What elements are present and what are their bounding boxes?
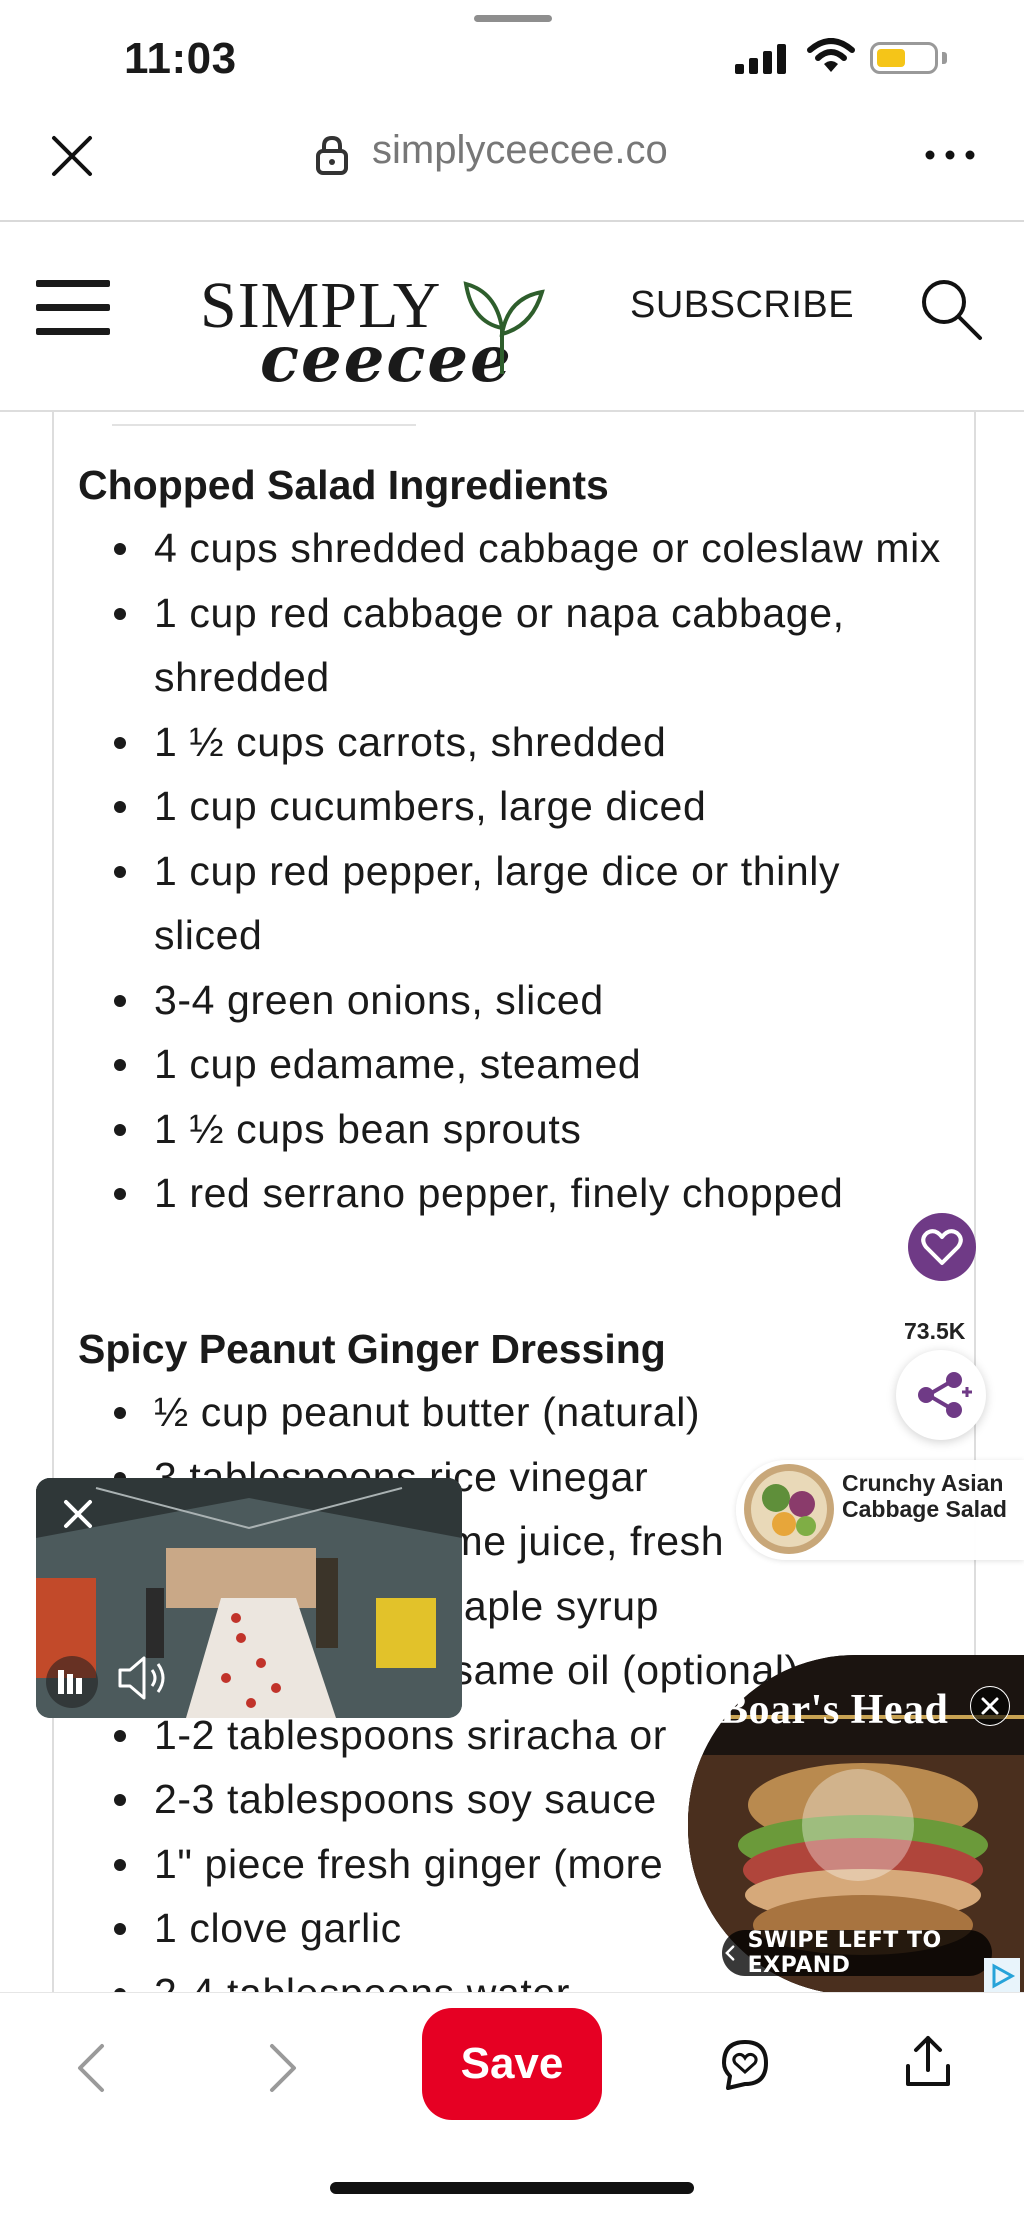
search-icon[interactable] — [918, 276, 984, 342]
ad-close-button[interactable] — [970, 1686, 1010, 1726]
volume-icon[interactable] — [112, 1648, 172, 1708]
adchoices-icon[interactable] — [984, 1958, 1020, 1994]
brand-logo-icon — [58, 1670, 82, 1694]
url-text[interactable]: simplyceecee.co — [372, 128, 668, 173]
salad-thumbnail[interactable] — [744, 1464, 834, 1554]
chevron-left-icon — [725, 1945, 735, 1961]
subscribe-link[interactable]: SUBSCRIBE — [630, 284, 854, 327]
save-button[interactable]: Save — [422, 2008, 602, 2120]
heart-icon — [921, 1229, 963, 1265]
list-item: 1 ½ cups bean sprouts — [78, 1097, 958, 1162]
warehouse-video-frame — [36, 1478, 462, 1718]
cell-signal-icon — [735, 44, 786, 74]
battery-level — [877, 49, 905, 67]
ingredient-list-salad: 4 cups shredded cabbage or coleslaw mix … — [78, 516, 958, 1226]
list-item: 1 cup edamame, steamed — [78, 1032, 958, 1097]
section-title-salad: Chopped Salad Ingredients — [78, 462, 609, 508]
close-icon — [981, 1697, 999, 1715]
lock-icon — [316, 135, 348, 175]
status-time: 11:03 — [124, 34, 237, 83]
ad-brand-name: Boar's Head — [720, 1687, 949, 1733]
share-icon[interactable] — [898, 2032, 958, 2092]
battery-tip — [942, 52, 947, 64]
list-item: 4 cups shredded cabbage or coleslaw mix — [78, 516, 958, 581]
divider — [112, 424, 416, 426]
more-options-icon[interactable] — [920, 140, 980, 170]
list-item: 1 ½ cups carrots, shredded — [78, 710, 958, 775]
visual-search-icon[interactable] — [716, 2036, 774, 2094]
favorite-button[interactable] — [908, 1213, 976, 1281]
suggested-pin-title[interactable]: Crunchy Asian Cabbage Salad — [842, 1470, 1022, 1522]
video-close-icon[interactable] — [58, 1494, 98, 1534]
home-indicator[interactable] — [330, 2182, 694, 2194]
list-item: 1 cup cucumbers, large diced — [78, 774, 958, 839]
list-item: 1 cup red pepper, large dice or thinly s… — [78, 839, 958, 968]
favorite-count: 73.5K — [904, 1318, 966, 1344]
hamburger-menu-icon[interactable] — [36, 280, 110, 336]
video-ad[interactable] — [36, 1478, 462, 1718]
ad-swipe-cta[interactable]: SWIPE LEFT TO EXPAND — [722, 1928, 992, 1978]
share-nodes-icon — [918, 1372, 972, 1418]
list-item: 1 cup red cabbage or napa cabbage, shred… — [78, 581, 958, 710]
wifi-icon — [807, 38, 855, 72]
close-icon[interactable] — [46, 130, 98, 182]
ad-cta-label: SWIPE LEFT TO EXPAND — [747, 1928, 942, 1978]
battery-icon — [870, 42, 938, 74]
floating-share-button[interactable] — [896, 1350, 986, 1440]
back-chevron-icon[interactable] — [72, 2040, 112, 2096]
section-title-dressing: Spicy Peanut Ginger Dressing — [78, 1326, 666, 1372]
forward-chevron-icon[interactable] — [262, 2040, 302, 2096]
video-brand-badge[interactable] — [46, 1656, 98, 1708]
list-item: 1 red serrano pepper, finely chopped — [78, 1161, 958, 1226]
sheet-grabber[interactable] — [474, 15, 552, 22]
sprout-logo-icon — [463, 281, 545, 374]
list-item: 3-4 green onions, sliced — [78, 968, 958, 1033]
list-item: ½ cup peanut butter (natural) — [78, 1380, 958, 1445]
